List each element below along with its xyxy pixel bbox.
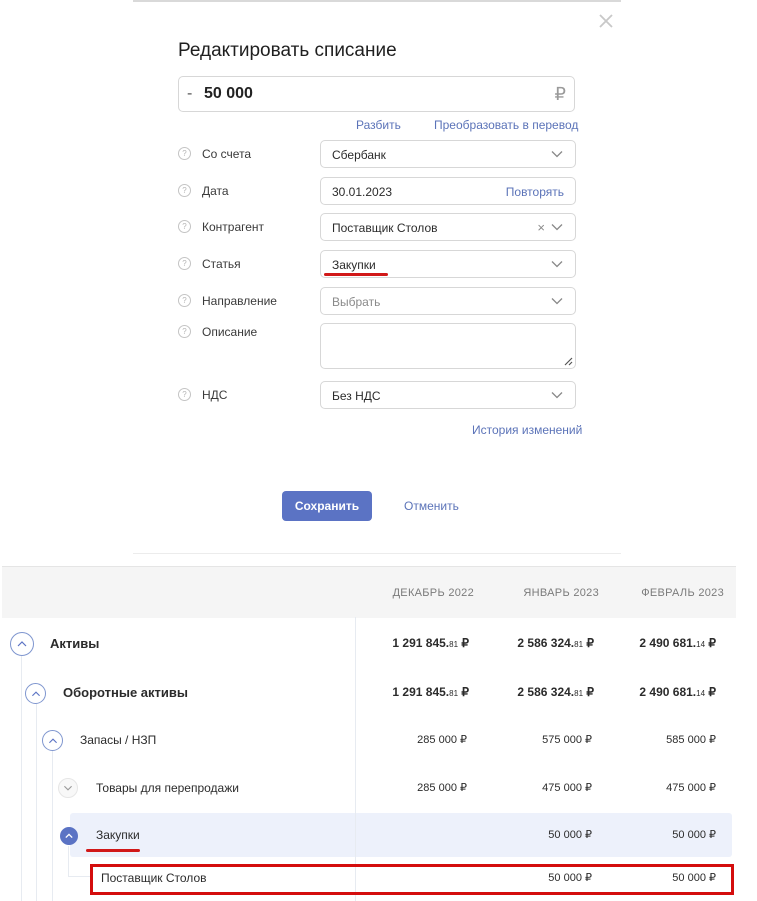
tree-line — [36, 703, 37, 901]
save-button[interactable]: Сохранить — [282, 491, 372, 521]
cell-goods-dec: 285 000 ₽ — [417, 782, 467, 794]
chevron-down-icon — [64, 785, 72, 791]
expand-toggle[interactable] — [58, 778, 78, 798]
tree-branch — [68, 876, 90, 877]
help-icon[interactable]: ? — [178, 220, 191, 233]
row-label-goods-for-resale: Товары для перепродажи — [96, 781, 239, 795]
tree-line — [68, 846, 69, 876]
report-table: ДЕКАБРЬ 2022 ЯНВАРЬ 2023 ФЕВРАЛЬ 2023 Ак… — [2, 566, 757, 901]
counterparty-value: Поставщик Столов — [332, 221, 438, 235]
tree-line — [21, 654, 22, 901]
account-label: Со счета — [202, 147, 252, 161]
date-field[interactable]: 30.01.2023 Повторять — [320, 177, 576, 205]
clear-icon[interactable]: × — [537, 220, 545, 235]
cell-assets-feb: 2 490 681.14 ₽ — [639, 636, 716, 650]
chevron-up-icon — [31, 690, 40, 696]
collapse-toggle[interactable] — [42, 730, 63, 751]
row-label-purchases: Закупки — [96, 828, 140, 842]
help-icon[interactable]: ? — [178, 257, 191, 270]
vat-select[interactable]: Без НДС — [320, 381, 576, 409]
collapse-toggle[interactable] — [10, 632, 34, 656]
chevron-up-icon — [17, 641, 27, 647]
ruble-icon: ₽ — [554, 84, 566, 104]
cell-inventory-feb: 585 000 ₽ — [666, 734, 716, 746]
help-icon[interactable]: ? — [178, 388, 191, 401]
account-value: Сбербанк — [332, 148, 386, 162]
help-icon[interactable]: ? — [178, 325, 191, 338]
date-value: 30.01.2023 — [332, 185, 393, 199]
red-underline-annotation — [86, 849, 140, 852]
date-label: Дата — [202, 184, 229, 198]
modal-bottom-border — [133, 553, 621, 554]
modal-title: Редактировать списание — [178, 40, 397, 61]
tree-line — [52, 750, 53, 901]
description-textarea[interactable] — [320, 323, 576, 369]
cell-current-assets-feb: 2 490 681.14 ₽ — [639, 685, 716, 699]
description-label: Описание — [202, 325, 258, 339]
chevron-up-icon — [65, 833, 73, 839]
vat-label: НДС — [202, 388, 228, 402]
selected-row-highlight — [70, 813, 732, 857]
red-box-annotation — [90, 864, 734, 895]
help-icon[interactable]: ? — [178, 147, 191, 160]
red-underline-annotation — [324, 273, 388, 276]
row-label-inventory: Запасы / НЗП — [80, 733, 157, 747]
counterparty-label: Контрагент — [202, 220, 265, 234]
help-icon[interactable]: ? — [178, 184, 191, 197]
cell-purchases-feb: 50 000 ₽ — [672, 829, 716, 841]
row-label-assets: Активы — [50, 636, 100, 651]
collapse-toggle[interactable] — [60, 827, 78, 845]
article-label: Статья — [202, 257, 241, 271]
vat-value: Без НДС — [332, 389, 381, 403]
modal-top-border — [133, 0, 621, 2]
cell-current-assets-jan: 2 586 324.81 ₽ — [517, 685, 594, 699]
direction-select[interactable]: Выбрать — [320, 287, 576, 315]
article-value: Закупки — [332, 258, 376, 272]
cell-goods-feb: 475 000 ₽ — [666, 782, 716, 794]
counterparty-select[interactable]: Поставщик Столов × — [320, 213, 576, 241]
cell-current-assets-dec: 1 291 845.81 ₽ — [392, 685, 469, 699]
column-divider — [355, 617, 356, 901]
direction-placeholder: Выбрать — [332, 295, 381, 309]
resize-handle-icon[interactable] — [563, 356, 573, 366]
cancel-button[interactable]: Отменить — [404, 499, 459, 513]
chevron-down-icon — [551, 261, 563, 268]
amount-value: 50 000 — [204, 85, 253, 102]
chevron-down-icon — [551, 392, 563, 399]
help-icon[interactable]: ? — [178, 294, 191, 307]
amount-sign: - — [187, 85, 193, 102]
chevron-down-icon — [551, 298, 563, 305]
history-link[interactable]: История изменений — [472, 423, 582, 437]
cell-assets-jan: 2 586 324.81 ₽ — [517, 636, 594, 650]
chevron-up-icon — [48, 737, 57, 743]
account-select[interactable]: Сбербанк — [320, 140, 576, 168]
column-header-jan-2023: ЯНВАРЬ 2023 — [523, 587, 599, 599]
amount-input[interactable]: - 50 000 ₽ — [178, 76, 575, 112]
split-link[interactable]: Разбить — [356, 118, 401, 132]
cell-goods-jan: 475 000 ₽ — [542, 782, 592, 794]
column-header-feb-2023: ФЕВРАЛЬ 2023 — [641, 587, 724, 599]
convert-to-transfer-link[interactable]: Преобразовать в перевод — [434, 118, 578, 132]
cell-purchases-jan: 50 000 ₽ — [548, 829, 592, 841]
chevron-down-icon — [551, 224, 563, 231]
column-header-dec-2022: ДЕКАБРЬ 2022 — [392, 587, 474, 599]
cell-assets-dec: 1 291 845.81 ₽ — [392, 636, 469, 650]
cell-inventory-jan: 575 000 ₽ — [542, 734, 592, 746]
collapse-toggle[interactable] — [25, 683, 46, 704]
row-label-current-assets: Оборотные активы — [63, 685, 188, 700]
repeat-link[interactable]: Повторять — [506, 185, 564, 199]
table-header: ДЕКАБРЬ 2022 ЯНВАРЬ 2023 ФЕВРАЛЬ 2023 — [2, 566, 736, 618]
cell-inventory-dec: 285 000 ₽ — [417, 734, 467, 746]
close-icon[interactable] — [597, 12, 615, 30]
chevron-down-icon — [551, 151, 563, 158]
direction-label: Направление — [202, 294, 277, 308]
